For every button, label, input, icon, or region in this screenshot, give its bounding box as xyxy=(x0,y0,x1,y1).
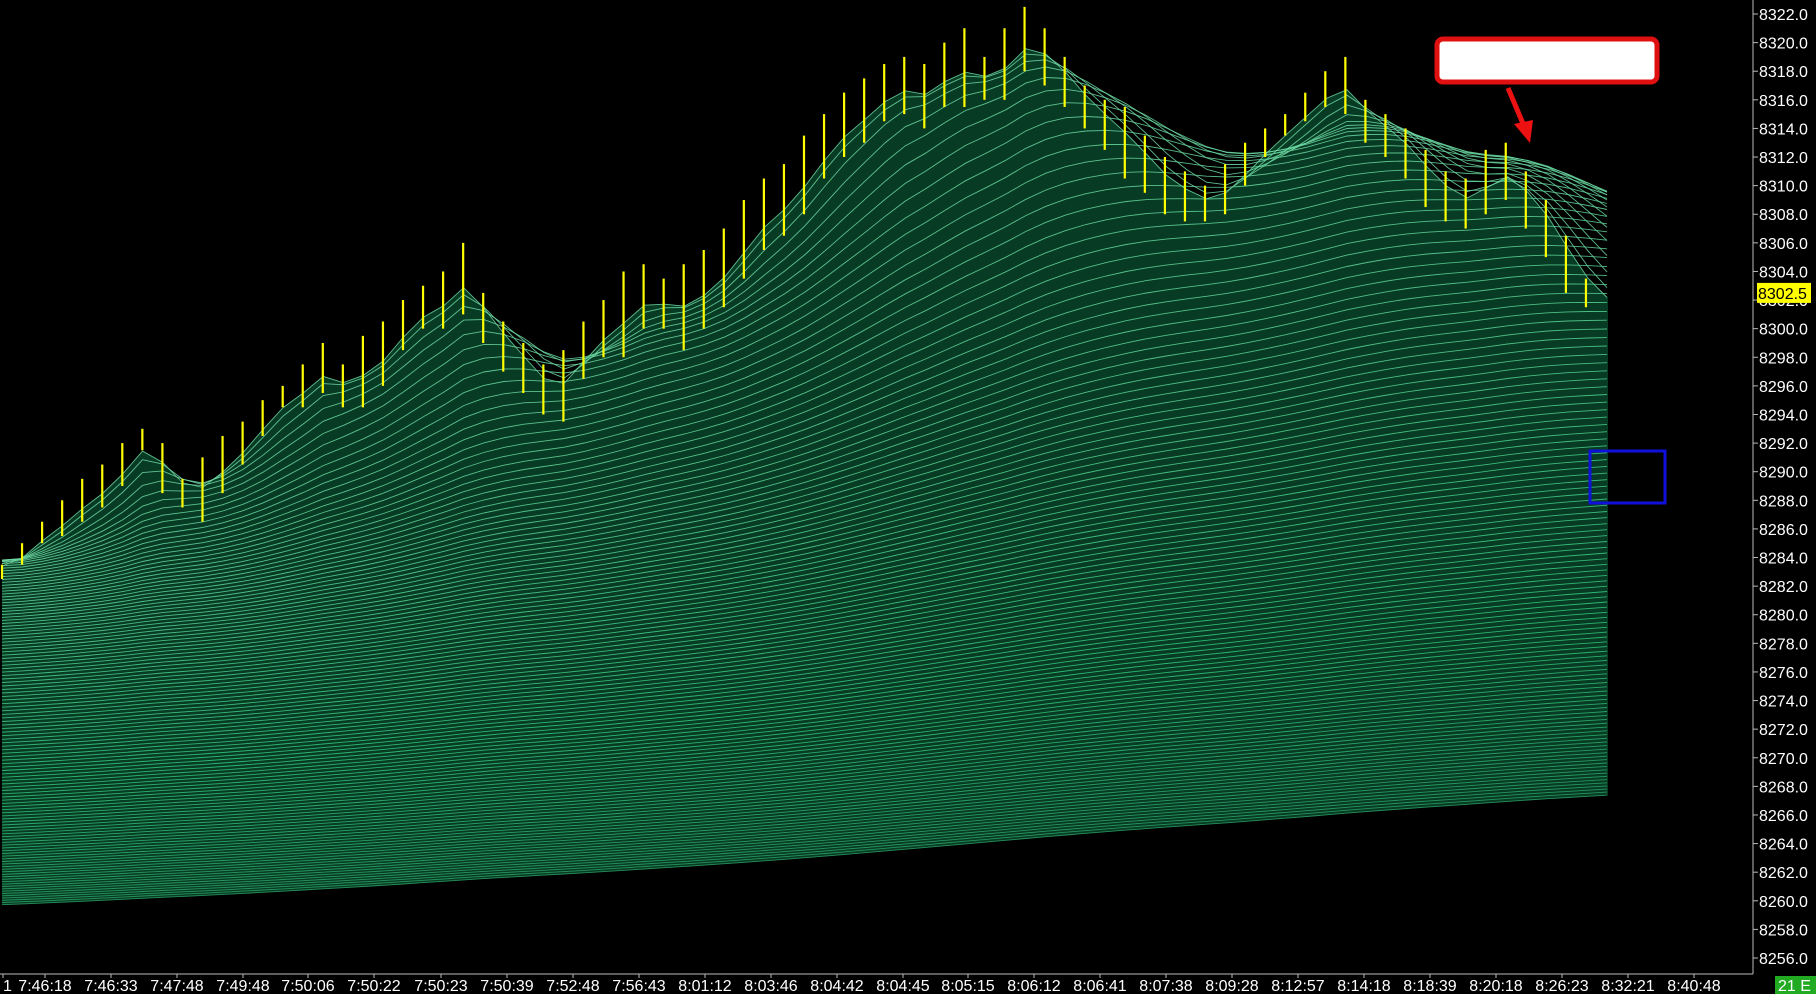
y-tick-label: 8272.0 xyxy=(1759,722,1808,739)
y-tick-label: 8268.0 xyxy=(1759,779,1808,796)
x-tick-label: 7:49:48 xyxy=(216,978,269,994)
y-tick-label: 8320.0 xyxy=(1759,36,1808,53)
y-tick-label: 8294.0 xyxy=(1759,407,1808,424)
y-tick-label: 8290.0 xyxy=(1759,465,1808,482)
x-tick-label: 7:46:33 xyxy=(84,978,137,994)
y-tick-label: 8286.0 xyxy=(1759,522,1808,539)
y-tick-label: 8316.0 xyxy=(1759,93,1808,110)
y-tick-label: 8310.0 xyxy=(1759,179,1808,196)
x-tick-label: 7:47:48 xyxy=(150,978,203,994)
corner-badge-label: 21 E xyxy=(1778,978,1811,994)
y-tick-label: 8282.0 xyxy=(1759,579,1808,596)
corner-badge: 21 E xyxy=(1775,976,1816,994)
x-tick-label: 7:56:43 xyxy=(612,978,665,994)
x-tick-label: 7:50:22 xyxy=(347,978,400,994)
callout-text: First small bear wedge xyxy=(1461,52,1632,71)
price-chart: 8256.0 8258.0 8260.0 8262.0 8264.0 8266.0 8268… xyxy=(0,0,1816,994)
y-tick-label: 8270.0 xyxy=(1759,751,1808,768)
x-tick-label: 7:46:18 xyxy=(18,978,71,994)
x-tick-label: 8:07:38 xyxy=(1139,978,1192,994)
y-tick-label: 8274.0 xyxy=(1759,694,1808,711)
y-tick-label: 8260.0 xyxy=(1759,894,1808,911)
y-tick-label: 8258.0 xyxy=(1759,922,1808,939)
y-tick-label: 8284.0 xyxy=(1759,551,1808,568)
x-tick-label: 8:06:12 xyxy=(1007,978,1060,994)
x-tick-label: 8:03:46 xyxy=(744,978,797,994)
y-tick-label: 8314.0 xyxy=(1759,121,1808,138)
y-tick-label: 8318.0 xyxy=(1759,64,1808,81)
y-tick-label: 8312.0 xyxy=(1759,150,1808,167)
x-tick-label: 8:01:12 xyxy=(678,978,731,994)
x-tick-label: 7:50:39 xyxy=(480,978,533,994)
x-tick-label: 8:04:42 xyxy=(810,978,863,994)
y-tick-label: 8298.0 xyxy=(1759,350,1808,367)
x-tick-label: 8:06:41 xyxy=(1073,978,1126,994)
y-tick-label: 8266.0 xyxy=(1759,808,1808,825)
x-tick-label: 7:50:23 xyxy=(414,978,467,994)
x-tick-label: 8:40:48 xyxy=(1667,978,1720,994)
x-tick-label: 8:05:15 xyxy=(941,978,994,994)
y-tick-label: 8308.0 xyxy=(1759,207,1808,224)
last-price-badge: 8302.5 xyxy=(1757,282,1811,303)
x-tick-label: 8:04:45 xyxy=(876,978,929,994)
y-tick-label: 8264.0 xyxy=(1759,837,1808,854)
y-tick-label: 8288.0 xyxy=(1759,493,1808,510)
x-tick-label: 8:14:18 xyxy=(1337,978,1390,994)
x-tick-label: 7:50:06 xyxy=(281,978,334,994)
x-tick-label: 7:52:48 xyxy=(546,978,599,994)
x-tick-label: 8:26:23 xyxy=(1535,978,1588,994)
y-tick-label: 8262.0 xyxy=(1759,865,1808,882)
y-tick-label: 8256.0 xyxy=(1759,951,1808,968)
x-tick-label: 8:32:21 xyxy=(1601,978,1654,994)
x-tick-label: 8:18:39 xyxy=(1403,978,1456,994)
y-tick-label: 8278.0 xyxy=(1759,636,1808,653)
y-tick-label: 8276.0 xyxy=(1759,665,1808,682)
y-tick-label: 8300.0 xyxy=(1759,322,1808,339)
y-tick-label: 8296.0 xyxy=(1759,379,1808,396)
y-tick-label: 8322.0 xyxy=(1759,7,1808,24)
x-tick-label: 8:12:57 xyxy=(1271,978,1324,994)
y-tick-label: 8280.0 xyxy=(1759,608,1808,625)
x-tick-label: 1 xyxy=(3,978,12,994)
x-tick-label: 8:09:28 xyxy=(1205,978,1258,994)
y-tick-label: 8292.0 xyxy=(1759,436,1808,453)
y-tick-label: 8304.0 xyxy=(1759,264,1808,281)
last-price-label: 8302.5 xyxy=(1758,286,1807,303)
x-tick-label: 8:20:18 xyxy=(1469,978,1522,994)
y-tick-label: 8306.0 xyxy=(1759,236,1808,253)
